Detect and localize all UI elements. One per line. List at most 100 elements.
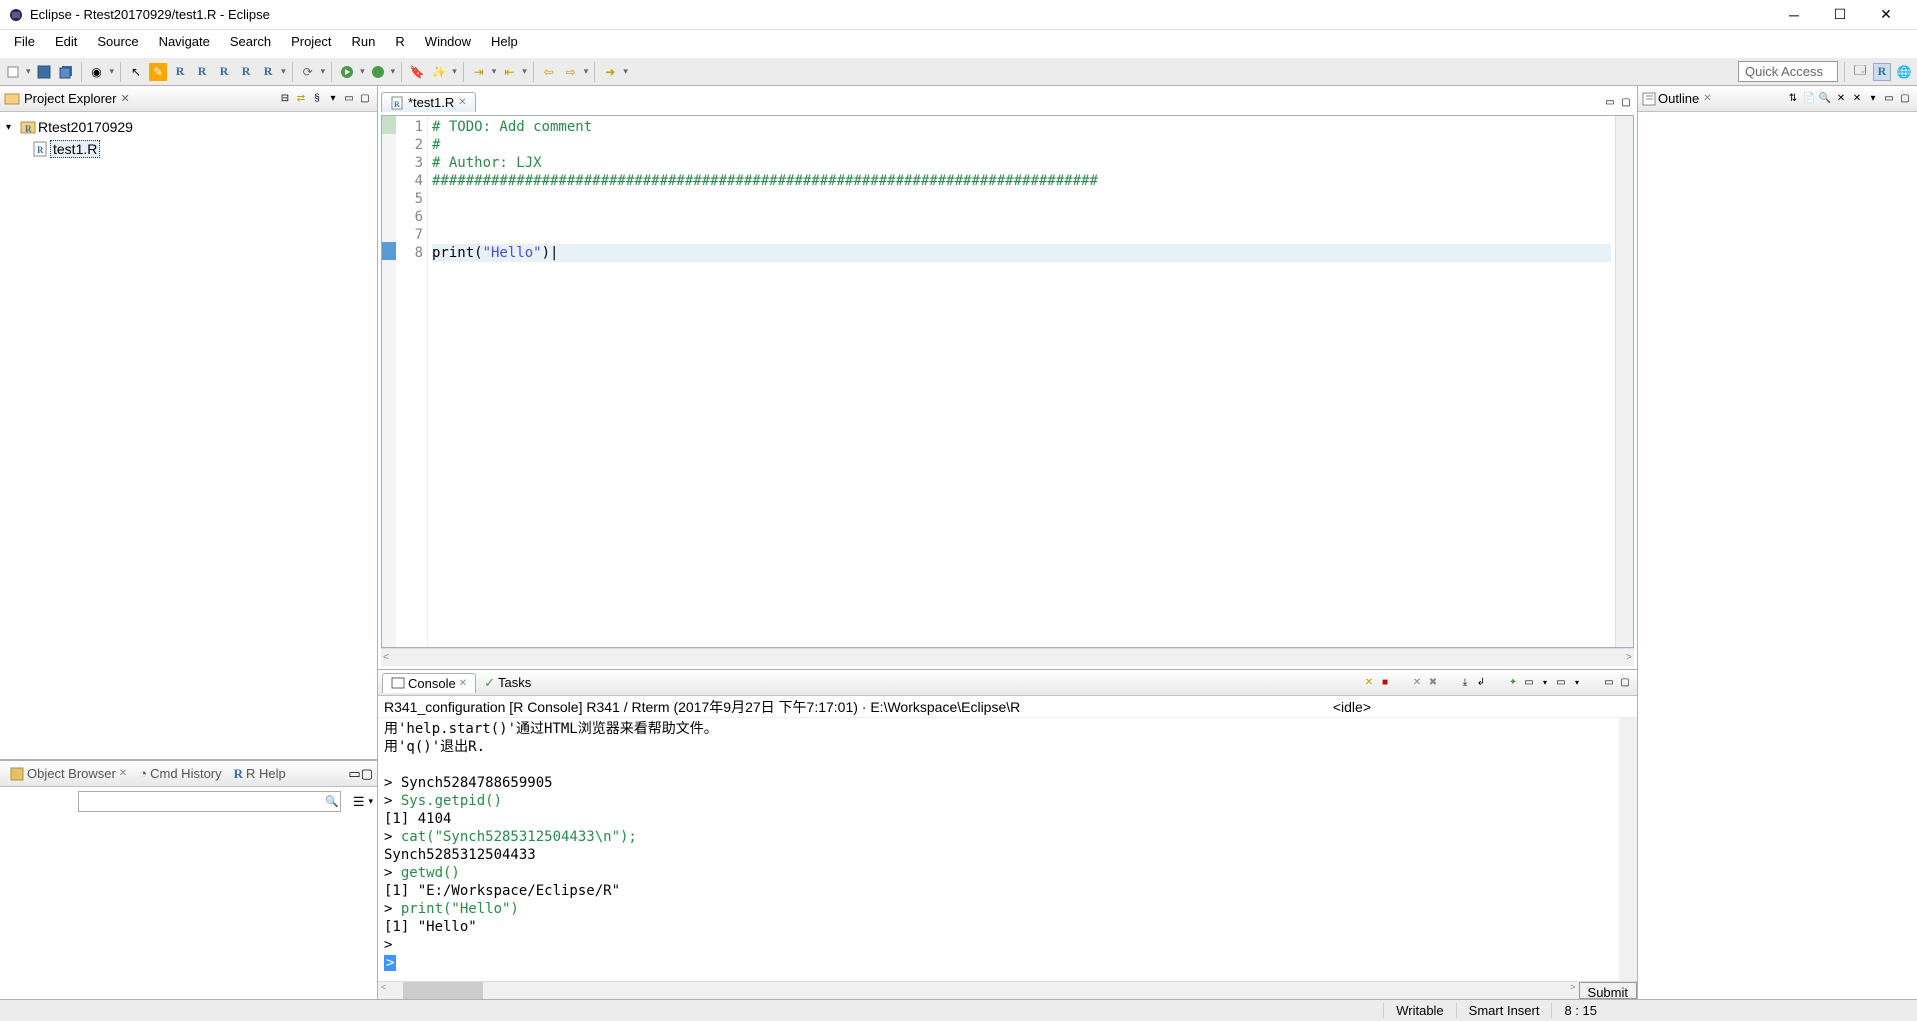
maximize-view-icon[interactable]: ▢ [1897, 93, 1913, 104]
r-icon-3[interactable]: R [215, 63, 233, 81]
next-icon[interactable]: ➜ [601, 63, 619, 81]
ob-menu-icon[interactable]: ▾ [368, 796, 373, 807]
pointer-icon[interactable]: ↖ [127, 63, 145, 81]
clear-console-icon[interactable]: ✕ [1361, 677, 1377, 688]
menu-file[interactable]: File [6, 32, 43, 56]
editor-scrollbar-v[interactable] [1615, 116, 1633, 647]
outline-tool-2-icon[interactable]: 📄 [1801, 93, 1817, 104]
tag-icon[interactable]: 🔖 [408, 63, 426, 81]
code-editor[interactable]: 12345678 # TODO: Add comment## Author: L… [381, 115, 1634, 648]
close-tab-icon[interactable]: ✕ [458, 97, 466, 108]
remove-all-icon[interactable]: ✖ [1425, 677, 1441, 688]
tree-file[interactable]: R test1.R [6, 138, 371, 160]
close-icon[interactable]: ✕ [119, 768, 127, 779]
outline-menu-icon[interactable]: ▾ [1865, 93, 1881, 104]
collapse-all-icon[interactable]: ⊟ [277, 91, 293, 107]
console-body[interactable]: 用'help.start()'通过HTML浏览器来看帮助文件。用'q()'退出R… [378, 718, 1637, 981]
menu-source[interactable]: Source [89, 32, 146, 56]
remove-launch-icon[interactable]: ✕ [1409, 677, 1425, 688]
r-icon-5[interactable]: R [259, 63, 277, 81]
ob-btn-1-icon[interactable]: ☰ [353, 794, 365, 810]
stop-console-icon[interactable]: ■ [1377, 677, 1393, 688]
tab-r-help[interactable]: R R Help [228, 764, 292, 784]
tree-twisty-icon[interactable]: ▾ [6, 122, 18, 133]
perspective-1-icon[interactable]: 🗔 [1851, 63, 1869, 81]
run-ext-icon[interactable] [369, 63, 387, 81]
outline-tool-4-icon[interactable]: ✕ [1833, 93, 1849, 104]
r-icon-4[interactable]: R [237, 63, 255, 81]
word-wrap-icon[interactable]: ↲ [1473, 677, 1489, 688]
menu-navigate[interactable]: Navigate [151, 32, 218, 56]
r-icon-1[interactable]: R [171, 63, 189, 81]
goto-icon-1[interactable]: ⇥ [470, 63, 488, 81]
editor-tab[interactable]: R *test1.R ✕ [381, 92, 476, 112]
close-view-icon[interactable]: ✕ [1703, 93, 1711, 104]
refresh-icon[interactable]: ⟳ [299, 63, 317, 81]
cmd-history-icon: ◔ [139, 766, 147, 781]
highlight-icon[interactable]: ✎ [149, 63, 167, 81]
menubar: FileEditSourceNavigateSearchProjectRunRW… [0, 30, 1917, 58]
toolbar: ▾ ◉ ▾ ↖ ✎ R R R R R ▾ ⟳ ▾ ▾ ▾ 🔖 ✨ ▾ ⇥ ▾ … [0, 58, 1917, 86]
minimize-editor-icon[interactable]: ▭ [1602, 97, 1618, 108]
console-scrollbar-v[interactable] [1619, 718, 1637, 981]
link-editor-icon[interactable]: ⇄ [293, 91, 309, 107]
r-file-icon: R [390, 96, 404, 110]
maximize-view-icon[interactable]: ▢ [357, 91, 373, 107]
outline-tool-3-icon[interactable]: 🔍 [1817, 93, 1833, 104]
tab-tasks[interactable]: ✓ Tasks [476, 673, 539, 693]
menu-window[interactable]: Window [417, 32, 479, 56]
menu-search[interactable]: Search [222, 32, 279, 56]
maximize-editor-icon[interactable]: ▢ [1618, 97, 1634, 108]
scroll-lock-icon[interactable]: ⤓ [1457, 677, 1473, 688]
save-icon[interactable] [35, 63, 53, 81]
pin-console-icon[interactable]: ✦ [1505, 677, 1521, 688]
minimize-view-icon[interactable]: ▭ [348, 766, 360, 782]
tree-project[interactable]: ▾ R Rtest20170929 [6, 116, 371, 138]
focus-icon[interactable]: § [309, 91, 325, 107]
perspective-r-icon[interactable]: R [1873, 63, 1891, 81]
submit-button[interactable]: Submit [1579, 982, 1637, 999]
menu-r[interactable]: R [387, 32, 412, 56]
perspective-2-icon[interactable]: 🌐 [1895, 63, 1913, 81]
save-all-icon[interactable] [57, 63, 75, 81]
console-scrollbar-h[interactable]: < > Submit [378, 981, 1637, 999]
maximize-button[interactable]: ☐ [1817, 0, 1863, 30]
outline-tool-5-icon[interactable]: ✕ [1849, 93, 1865, 104]
r-icon-2[interactable]: R [193, 63, 211, 81]
object-browser-search[interactable] [78, 791, 341, 812]
close-button[interactable]: ✕ [1863, 0, 1909, 30]
minimize-button[interactable]: ─ [1771, 0, 1817, 30]
r-file-icon: R [32, 141, 48, 157]
display-console-icon[interactable]: ▭ [1521, 677, 1537, 688]
menu-run[interactable]: Run [344, 32, 384, 56]
tab-object-browser[interactable]: Object Browser ✕ [4, 764, 133, 783]
menu-project[interactable]: Project [283, 32, 339, 56]
quick-access-input[interactable]: Quick Access [1738, 61, 1838, 82]
maximize-view-icon[interactable]: ▢ [361, 766, 373, 782]
close-view-icon[interactable]: ✕ [120, 92, 129, 105]
back-icon[interactable]: ⇦ [540, 63, 558, 81]
new-icon[interactable] [4, 63, 22, 81]
fwd-icon[interactable]: ⇨ [562, 63, 580, 81]
minimize-view-icon[interactable]: ▭ [1601, 677, 1617, 688]
minimize-view-icon[interactable]: ▭ [1881, 93, 1897, 104]
tab-console[interactable]: Console ✕ [382, 673, 476, 693]
editor-tab-label: *test1.R [408, 95, 454, 110]
wand-icon[interactable]: ✨ [430, 63, 448, 81]
editor-scrollbar-h[interactable]: <> [381, 648, 1634, 666]
menu-edit[interactable]: Edit [47, 32, 85, 56]
project-explorer-icon [4, 91, 20, 107]
clear-search-icon[interactable]: 🔍 [325, 795, 339, 808]
open-console-icon[interactable]: ▭ [1553, 677, 1569, 688]
close-icon[interactable]: ✕ [459, 678, 467, 689]
tab-cmd-history[interactable]: ◔ Cmd History [133, 764, 227, 783]
maximize-view-icon[interactable]: ▢ [1617, 677, 1633, 688]
menu-help[interactable]: Help [483, 32, 526, 56]
globe-icon[interactable]: ◉ [88, 63, 106, 81]
outline-tool-1-icon[interactable]: ⇅ [1785, 93, 1801, 104]
run-icon[interactable] [338, 63, 356, 81]
minimize-view-icon[interactable]: ▭ [341, 91, 357, 107]
view-menu-icon[interactable]: ▾ [325, 91, 341, 107]
goto-icon-2[interactable]: ⇤ [500, 63, 518, 81]
console-config-info: R341_configuration [R Console] R341 / Rt… [384, 697, 1020, 717]
